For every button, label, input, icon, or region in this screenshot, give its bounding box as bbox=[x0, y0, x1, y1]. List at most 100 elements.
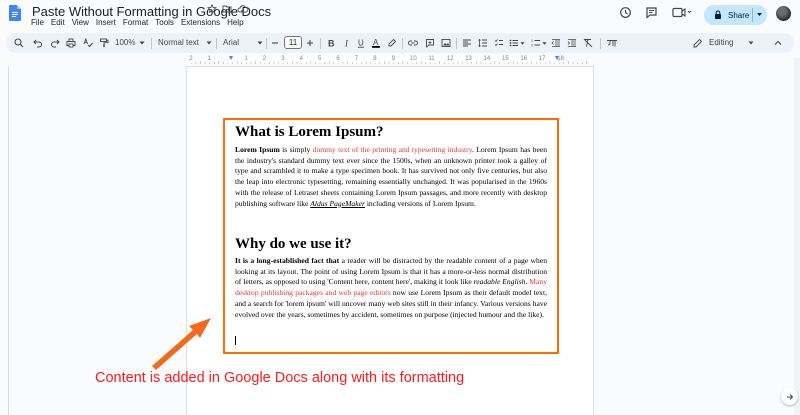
annotation-caption: Content is added in Google Docs along wi… bbox=[95, 370, 465, 386]
paint-format-icon[interactable] bbox=[99, 38, 109, 48]
align-icon[interactable] bbox=[462, 38, 472, 48]
chevron-down-icon[interactable] bbox=[748, 40, 754, 46]
bulleted-list-icon[interactable] bbox=[509, 38, 519, 48]
heading-why-do-we-use-it[interactable]: Why do we use it? bbox=[235, 236, 547, 253]
pencil-icon bbox=[693, 38, 703, 48]
menu-insert[interactable]: Insert bbox=[96, 18, 116, 27]
ruler-number: 8 bbox=[373, 56, 377, 62]
title-bar: Paste Without Formatting in Google Docs … bbox=[0, 0, 800, 32]
version-history-icon[interactable] bbox=[619, 6, 632, 19]
avatar[interactable] bbox=[776, 6, 791, 21]
heading-what-is-lorem-ipsum[interactable]: What is Lorem Ipsum? bbox=[235, 124, 547, 141]
ruler-number: 13 bbox=[465, 56, 472, 62]
svg-text:U: U bbox=[358, 39, 364, 48]
star-icon[interactable] bbox=[207, 4, 217, 14]
menu-extensions[interactable]: Extensions bbox=[181, 18, 220, 27]
ruler-number: 7 bbox=[354, 56, 359, 62]
toolbar-divider bbox=[266, 38, 267, 49]
bold-text: Lorem Ipsum bbox=[235, 145, 280, 154]
document-title[interactable]: Paste Without Formatting in Google Docs bbox=[32, 4, 271, 19]
decrease-indent-icon[interactable] bbox=[551, 38, 561, 48]
font-family-select[interactable]: Arial bbox=[223, 38, 239, 47]
underline-icon[interactable]: U bbox=[356, 38, 366, 48]
ruler-number: 11 bbox=[428, 56, 435, 62]
meet-video-icon[interactable] bbox=[672, 6, 692, 19]
comments-icon[interactable] bbox=[645, 6, 658, 19]
toolbar-divider bbox=[216, 38, 217, 49]
red-text: dummy text of the printing and typesetti… bbox=[312, 145, 473, 154]
body-text: is simply bbox=[279, 145, 313, 154]
ruler-number: 9 bbox=[391, 56, 395, 62]
ruler-number: 3 bbox=[281, 56, 285, 62]
ruler-number: 12 bbox=[446, 56, 454, 62]
decrease-font-size-icon[interactable] bbox=[270, 38, 280, 48]
chevron-down-icon[interactable] bbox=[206, 40, 212, 46]
undo-icon[interactable] bbox=[33, 38, 43, 48]
indent-marker[interactable] bbox=[229, 56, 233, 60]
bold-icon[interactable]: B bbox=[326, 38, 336, 49]
redo-icon[interactable] bbox=[50, 38, 60, 48]
toolbar-divider bbox=[600, 38, 601, 49]
paragraph-2[interactable]: It is a long-established fact that a rea… bbox=[235, 256, 547, 320]
svg-text:1: 1 bbox=[531, 39, 533, 43]
input-tools-icon[interactable] bbox=[606, 38, 618, 48]
insert-image-icon[interactable] bbox=[441, 38, 451, 48]
body-text: including versions of Lorem Ipsum. bbox=[364, 198, 476, 208]
insert-link-icon[interactable] bbox=[408, 38, 418, 48]
share-button[interactable]: Share bbox=[704, 5, 767, 25]
menu-file[interactable]: File bbox=[31, 18, 44, 27]
menu-view[interactable]: View bbox=[72, 18, 89, 27]
increase-font-size-icon[interactable] bbox=[305, 38, 315, 48]
ruler-number: 1 bbox=[207, 56, 211, 62]
spellcheck-icon[interactable] bbox=[83, 38, 93, 48]
text-color-icon[interactable]: A bbox=[371, 38, 381, 48]
paragraph-1[interactable]: Lorem Ipsum is simply dummy text of the … bbox=[235, 145, 547, 209]
svg-text:2: 2 bbox=[531, 44, 533, 48]
increase-indent-icon[interactable] bbox=[567, 38, 577, 48]
horizontal-ruler[interactable]: 2 1 1 2 3 4 5 6 7 8 9 10 11 12 13 14 15 16 17 18 bbox=[186, 56, 593, 64]
ruler-number: 15 bbox=[502, 56, 509, 62]
paragraph-style-select[interactable]: Normal text bbox=[158, 38, 199, 47]
menu-help[interactable]: Help bbox=[227, 18, 243, 27]
move-folder-icon[interactable] bbox=[222, 4, 232, 14]
chevron-down-icon[interactable] bbox=[139, 40, 145, 46]
italic-icon[interactable]: I bbox=[342, 38, 352, 49]
aldus-pagemaker-link[interactable]: Aldus PageMaker bbox=[310, 199, 365, 208]
zoom-select[interactable]: 100% bbox=[115, 38, 135, 47]
explore-arrow-icon[interactable] bbox=[781, 388, 798, 405]
docs-logo-icon[interactable] bbox=[9, 5, 21, 21]
editing-mode-select[interactable]: Editing bbox=[709, 38, 733, 47]
highlight-color-icon[interactable] bbox=[387, 38, 397, 48]
chevron-down-icon[interactable] bbox=[520, 41, 525, 46]
hide-menus-chevron-up-icon[interactable] bbox=[773, 38, 783, 48]
ruler-number: 17 bbox=[538, 56, 546, 62]
font-size-input[interactable]: 11 bbox=[284, 36, 302, 49]
toolbar-divider bbox=[456, 38, 457, 49]
menu-edit[interactable]: Edit bbox=[51, 18, 65, 27]
chevron-down-icon[interactable] bbox=[756, 11, 763, 18]
print-icon[interactable] bbox=[66, 38, 76, 48]
ruler-number: 6 bbox=[336, 56, 340, 62]
ruler-number: 18 bbox=[557, 56, 564, 62]
clear-formatting-icon[interactable] bbox=[583, 38, 593, 48]
numbered-list-icon[interactable]: 12 bbox=[531, 38, 541, 48]
search-menus-icon[interactable] bbox=[14, 38, 24, 48]
vertical-scrollbar[interactable] bbox=[794, 58, 800, 415]
ruler-number: 2 bbox=[262, 56, 267, 62]
ruler-number: 2 bbox=[189, 56, 193, 62]
ruler-number: 5 bbox=[318, 56, 322, 62]
cloud-saved-icon[interactable] bbox=[237, 4, 248, 14]
svg-text:B: B bbox=[328, 39, 335, 49]
chevron-down-icon[interactable] bbox=[257, 40, 263, 46]
italic-text: readable English bbox=[473, 277, 526, 287]
ruler-number: 10 bbox=[410, 56, 417, 62]
menu-tools[interactable]: Tools bbox=[155, 18, 174, 27]
line-spacing-icon[interactable] bbox=[478, 38, 488, 48]
menu-format[interactable]: Format bbox=[123, 18, 148, 27]
add-comment-icon[interactable] bbox=[425, 38, 435, 48]
ruler-number: 14 bbox=[483, 56, 491, 62]
checklist-icon[interactable] bbox=[494, 38, 504, 48]
text-cursor bbox=[235, 336, 236, 345]
chevron-down-icon[interactable] bbox=[542, 41, 547, 46]
bold-text: It is a long-established fact that bbox=[235, 256, 340, 265]
